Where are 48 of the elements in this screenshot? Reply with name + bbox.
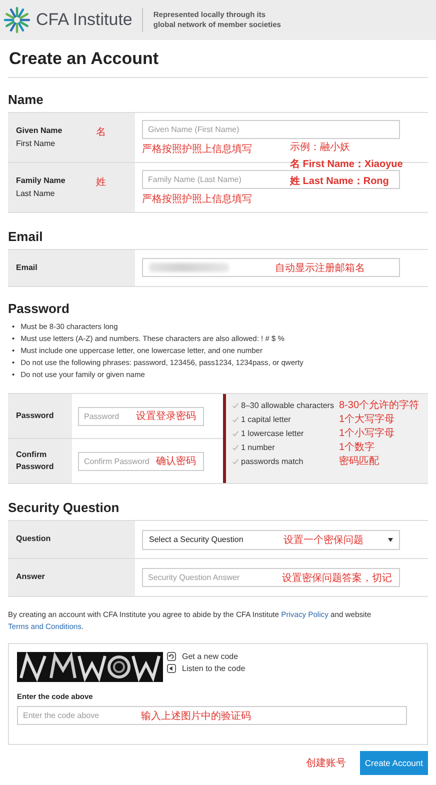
requirement-text: passwords match [241,456,304,468]
annotation: 创建账号 [306,756,346,770]
field-sublabel: First Name [16,138,56,150]
field-sublabel: Last Name [16,188,56,200]
section-heading: Security Question [8,500,120,518]
annotation: 严格按照护照上信息填写 [142,192,252,206]
annotation: 自动显示注册邮箱名 [275,262,365,275]
annotation: 1个大写字母 [339,413,396,426]
section-heading: Email [8,228,44,246]
question-dropdown[interactable]: Select a Security Question 设置一个密保问题 [142,530,400,550]
new-code-link[interactable]: Get a new code [167,652,246,662]
field-label: Question [16,533,51,546]
listen-code-link[interactable]: Listen to the code [167,664,246,674]
requirement-text: 1 lowercase letter [241,428,305,440]
annotation: 输入上述图片中的验证码 [141,710,251,723]
refresh-icon [167,652,176,662]
annotation: 示例：融小妖 [290,140,351,154]
annotation: 姓 Last Name：Rong [290,174,390,188]
annotation: 8-30个允许的字符 [339,399,420,412]
annotation: 姓 [96,176,106,189]
annotation: 设置一个密保问题 [283,534,364,547]
field-label: Confirm Password [16,449,55,474]
page-title: Create an Account [8,40,428,78]
annotation: 设置密保问题答案，切记 [282,572,392,585]
caret-icon [388,538,393,542]
field-label: Answer [16,571,45,584]
field-label: Family Name [16,174,66,187]
requirement-text: 1 capital letter [241,414,292,426]
annotation: 严格按照护照上信息填写 [142,142,252,156]
input-field[interactable]: Given Name (First Name) [142,120,400,140]
brand-name: CFA Institute [36,10,132,30]
section-heading: Password [8,301,70,318]
email-field[interactable]: 自动显示注册邮箱名 [142,258,400,278]
requirement-text: 1 number [241,442,276,454]
requirement-text: 8–30 allowable characters [241,400,335,412]
field-label: Email [16,262,38,274]
annotation: 设置登录密码 [136,410,196,424]
field-label: Given Name [16,125,64,137]
create-account-button[interactable]: Create Account [360,751,428,776]
annotation: 名 [96,126,106,139]
annotation: 确认密码 [156,454,196,468]
annotation: 名 First Name：Xiaoyue [290,158,403,171]
annotation: 1个小写字母 [339,427,396,440]
field-label: Password [16,410,54,422]
annotation: 密码匹配 [339,455,380,468]
section-heading: Name [8,92,44,109]
speaker-icon [167,664,176,674]
annotation: 1个数字 [339,441,376,454]
